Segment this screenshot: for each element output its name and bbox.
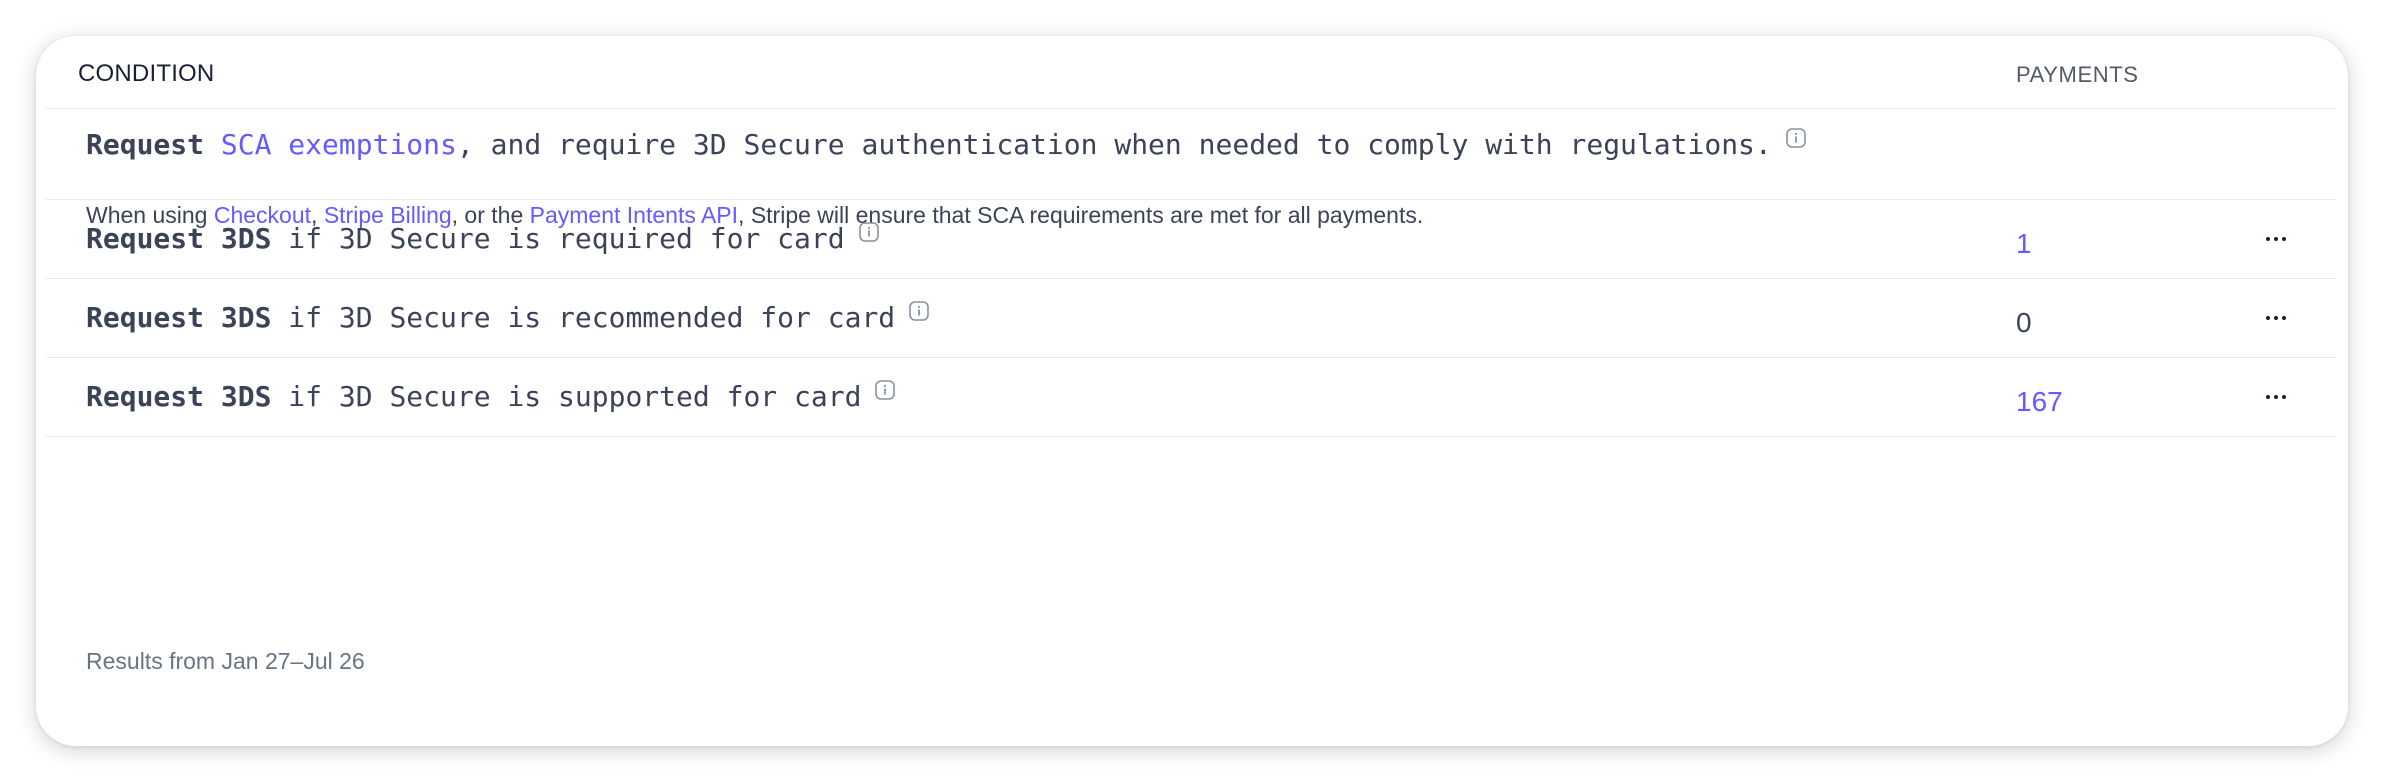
more-horizontal-icon[interactable] — [2254, 219, 2298, 259]
rule-condition-text: if 3D Secure is supported for card — [271, 380, 862, 413]
rule-action: Request 3DS — [86, 380, 272, 413]
rule-condition: Request 3DS if 3D Secure is supported fo… — [86, 380, 896, 413]
sca-exemptions-link[interactable]: SCA exemptions — [221, 128, 457, 161]
rule-action: Request 3DS — [86, 222, 272, 255]
more-horizontal-icon[interactable] — [2254, 298, 2298, 338]
rule-condition: Request 3DS if 3D Secure is recommended … — [86, 301, 929, 334]
table-row: Request 3DS if 3D Secure is supported fo… — [46, 358, 2336, 437]
info-icon[interactable] — [909, 301, 929, 321]
sca-row-description: , and require 3D Secure authentication w… — [456, 128, 1772, 161]
rule-condition-text: if 3D Secure is recommended for card — [271, 301, 896, 334]
condition-column-header: CONDITION — [78, 60, 215, 87]
more-horizontal-icon[interactable] — [2254, 377, 2298, 417]
sca-exemption-row: Request SCA exemptions, and require 3D S… — [46, 108, 2336, 228]
rule-condition-text: if 3D Secure is required for card — [271, 222, 845, 255]
table-header: CONDITION PAYMENTS — [46, 36, 2336, 109]
table-row: Request 3DS if 3D Secure is required for… — [46, 200, 2336, 279]
payments-count-link[interactable]: 167 — [2016, 386, 2063, 418]
payments-column-header: PAYMENTS — [2016, 62, 2139, 87]
table-row: Request 3DS if 3D Secure is recommended … — [46, 279, 2336, 358]
rules-table-card: CONDITION PAYMENTS Request SCA exemption… — [36, 36, 2348, 746]
rule-action: Request 3DS — [86, 301, 272, 334]
request-keyword: Request — [86, 128, 205, 161]
payments-count: 0 — [2016, 307, 2032, 338]
rule-condition: Request 3DS if 3D Secure is required for… — [86, 222, 879, 255]
info-icon[interactable] — [875, 380, 896, 400]
payments-count-link[interactable]: 1 — [2016, 228, 2032, 260]
info-icon[interactable] — [1785, 128, 1806, 148]
results-date-range: Results from Jan 27–Jul 26 — [86, 648, 365, 674]
sca-row-title: Request SCA exemptions, and require 3D S… — [86, 128, 1806, 161]
info-icon[interactable] — [858, 222, 879, 242]
